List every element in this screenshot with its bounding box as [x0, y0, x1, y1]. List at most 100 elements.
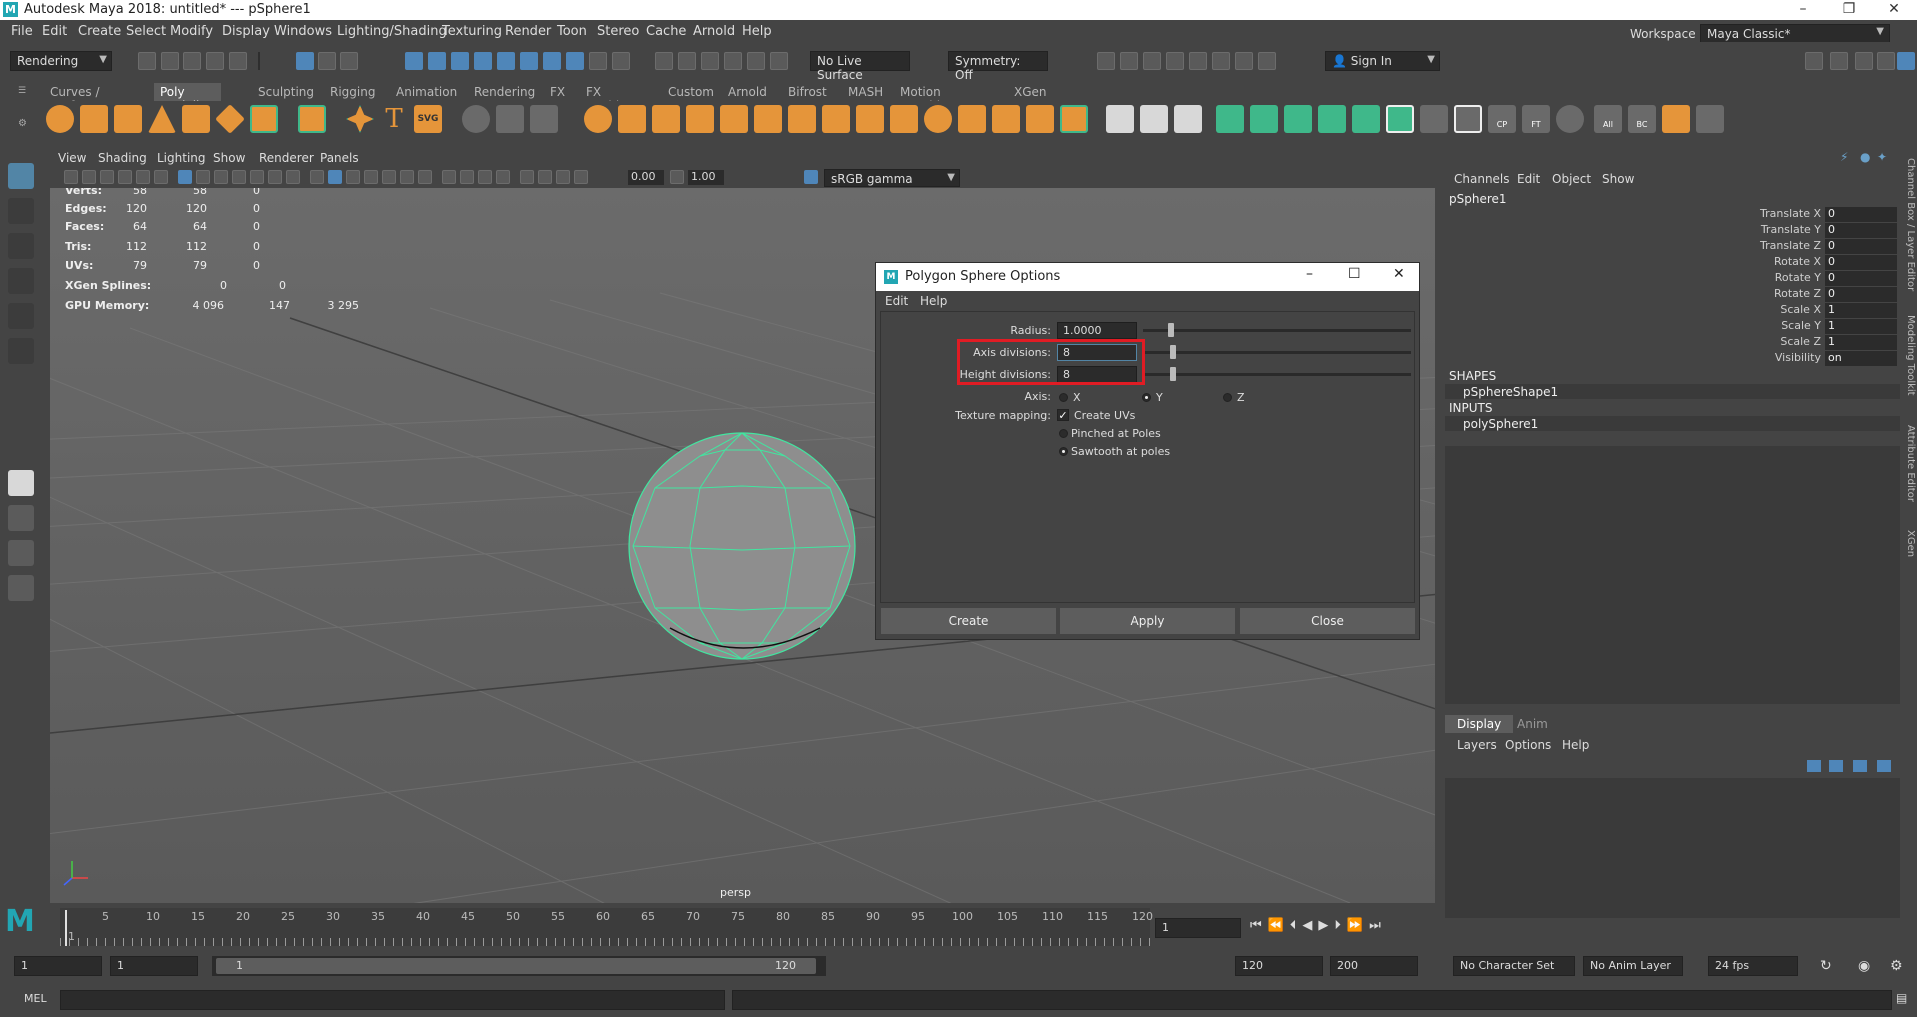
two-d-pan-zoom-icon[interactable]: [136, 170, 150, 184]
go-to-end-icon[interactable]: ⏭: [1369, 918, 1387, 933]
height-divisions-slider[interactable]: [1143, 373, 1411, 376]
play-forwards-icon[interactable]: ▶: [1318, 918, 1334, 933]
command-language-label[interactable]: MEL: [24, 992, 47, 1005]
input-row[interactable]: polySphere1: [1445, 416, 1900, 431]
triangulate-icon[interactable]: [992, 105, 1020, 133]
delete-history-icon[interactable]: [1556, 105, 1584, 133]
uv-cylindrical-icon[interactable]: [1284, 105, 1312, 133]
menu-stereo[interactable]: Stereo: [597, 24, 639, 39]
attr-value[interactable]: 0: [1825, 239, 1897, 254]
anim-layer-dropdown[interactable]: No Anim Layer: [1583, 956, 1683, 976]
attr-value[interactable]: 1: [1825, 303, 1897, 318]
safe-title-icon[interactable]: [286, 170, 300, 184]
close-button[interactable]: ✕: [1871, 0, 1917, 20]
select-misc-icon[interactable]: [566, 52, 584, 70]
highlight-selection-icon[interactable]: [612, 52, 630, 70]
svg-icon[interactable]: SVG: [414, 105, 442, 133]
exposure-field[interactable]: 0.00: [628, 170, 664, 185]
uv-layout-icon[interactable]: [1216, 105, 1244, 133]
auto-key-icon[interactable]: ◉: [1858, 958, 1870, 974]
radius-slider-handle[interactable]: [1168, 323, 1174, 337]
bookmark-icon[interactable]: [100, 170, 114, 184]
select-surface-icon[interactable]: [474, 52, 492, 70]
attr-value[interactable]: 0: [1825, 255, 1897, 270]
poly-plane-icon[interactable]: [215, 104, 245, 134]
axis-divisions-slider-handle[interactable]: [1170, 345, 1176, 359]
attr-row[interactable]: Scale X 1: [1625, 303, 1917, 318]
smooth-tool-icon[interactable]: [1140, 105, 1168, 133]
freeze-transform-icon[interactable]: FT: [1522, 105, 1550, 133]
vp-menu-view[interactable]: View: [58, 151, 86, 165]
create-button[interactable]: Create: [881, 608, 1056, 634]
move-layer-up-icon[interactable]: [1807, 760, 1821, 772]
shelf-settings-icon[interactable]: ⚙: [18, 118, 28, 129]
poly-disc-icon[interactable]: [250, 105, 278, 133]
camera-attributes-icon[interactable]: [82, 170, 96, 184]
restore-button[interactable]: ❐: [1826, 0, 1872, 20]
layer-tab-anim[interactable]: Anim: [1517, 717, 1548, 731]
script-editor-icon[interactable]: ▤: [1896, 991, 1907, 1005]
isolate-select-icon[interactable]: [520, 170, 534, 184]
fps-dropdown[interactable]: 24 fps: [1708, 956, 1798, 976]
shelf-menu-icon[interactable]: ☰: [18, 86, 28, 96]
vp-menu-renderer[interactable]: Renderer: [259, 151, 314, 165]
wireframe-icon[interactable]: [310, 170, 324, 184]
lasso-tool-icon[interactable]: [8, 198, 34, 224]
anti-aliasing-icon[interactable]: [478, 170, 492, 184]
range-bar[interactable]: 1 120: [212, 956, 826, 976]
motion-blur-icon[interactable]: [460, 170, 474, 184]
mirror-icon[interactable]: [924, 105, 952, 133]
quadrangulate-icon[interactable]: [1026, 105, 1054, 133]
sphere-mesh[interactable]: [628, 432, 856, 660]
make-live-icon[interactable]: [770, 52, 788, 70]
shape-row[interactable]: pSphereShape1: [1445, 384, 1900, 399]
side-tab-attribute-editor[interactable]: Attribute Editor: [1905, 425, 1916, 502]
play-backwards-icon[interactable]: ◀: [1302, 918, 1318, 933]
target-weld-icon[interactable]: [754, 105, 782, 133]
attribute-editor-toggle-icon[interactable]: [1855, 52, 1873, 70]
minimize-button[interactable]: –: [1780, 0, 1826, 20]
axis-y-radio[interactable]: [1142, 393, 1151, 402]
cb-menu-channels[interactable]: Channels: [1454, 172, 1510, 186]
smooth-icon[interactable]: [530, 105, 558, 133]
attr-value[interactable]: 1: [1825, 319, 1897, 334]
poly-sphere-icon[interactable]: [46, 105, 74, 133]
conform-icon[interactable]: [1060, 105, 1088, 133]
human-ik-toggle-icon[interactable]: [1830, 52, 1848, 70]
playback-end-field[interactable]: 120: [1235, 956, 1323, 976]
attr-value[interactable]: 0: [1825, 223, 1897, 238]
attr-row[interactable]: Visibility on: [1625, 351, 1917, 366]
poly-cube-icon[interactable]: [80, 105, 108, 133]
menuset-dropdown[interactable]: Rendering ▼: [10, 51, 112, 71]
scale-tool-icon[interactable]: [8, 338, 34, 364]
sawtooth-at-poles-radio[interactable]: [1059, 447, 1068, 456]
paint-select-tool-icon[interactable]: [8, 233, 34, 259]
uv-cut-icon[interactable]: [1420, 105, 1448, 133]
rotate-tool-icon[interactable]: [8, 303, 34, 329]
playblast-icon[interactable]: [1235, 52, 1253, 70]
animation-preferences-icon[interactable]: ⚙: [1890, 958, 1903, 974]
uv-editor-icon[interactable]: [1386, 105, 1414, 133]
open-scene-icon[interactable]: [161, 52, 179, 70]
poly-cone-icon[interactable]: [148, 105, 176, 133]
radius-slider[interactable]: [1143, 329, 1411, 332]
uv-spherical-icon[interactable]: [1318, 105, 1346, 133]
fill-hole-icon[interactable]: [686, 105, 714, 133]
menu-texturing[interactable]: Texturing: [442, 24, 502, 39]
select-tool-icon[interactable]: [8, 163, 34, 189]
uv-planar-icon[interactable]: [1250, 105, 1278, 133]
uv-automatic-icon[interactable]: [1352, 105, 1380, 133]
step-back-key-icon[interactable]: ⏴: [1290, 918, 1303, 933]
side-by-side-layout-icon[interactable]: [8, 540, 34, 566]
render-settings-icon[interactable]: [1166, 52, 1184, 70]
shelf-tab-fx[interactable]: FX: [544, 83, 571, 101]
playback-start-field[interactable]: 1: [110, 956, 198, 976]
reduce-icon[interactable]: [958, 105, 986, 133]
resolution-gate-icon[interactable]: [214, 170, 228, 184]
save-scene-icon[interactable]: [183, 52, 201, 70]
gate-mask-icon[interactable]: [232, 170, 246, 184]
menu-windows[interactable]: Windows: [274, 24, 332, 39]
select-joint-icon[interactable]: [428, 52, 446, 70]
menu-display[interactable]: Display: [222, 24, 270, 39]
attr-row[interactable]: Translate Z 0: [1625, 239, 1917, 254]
